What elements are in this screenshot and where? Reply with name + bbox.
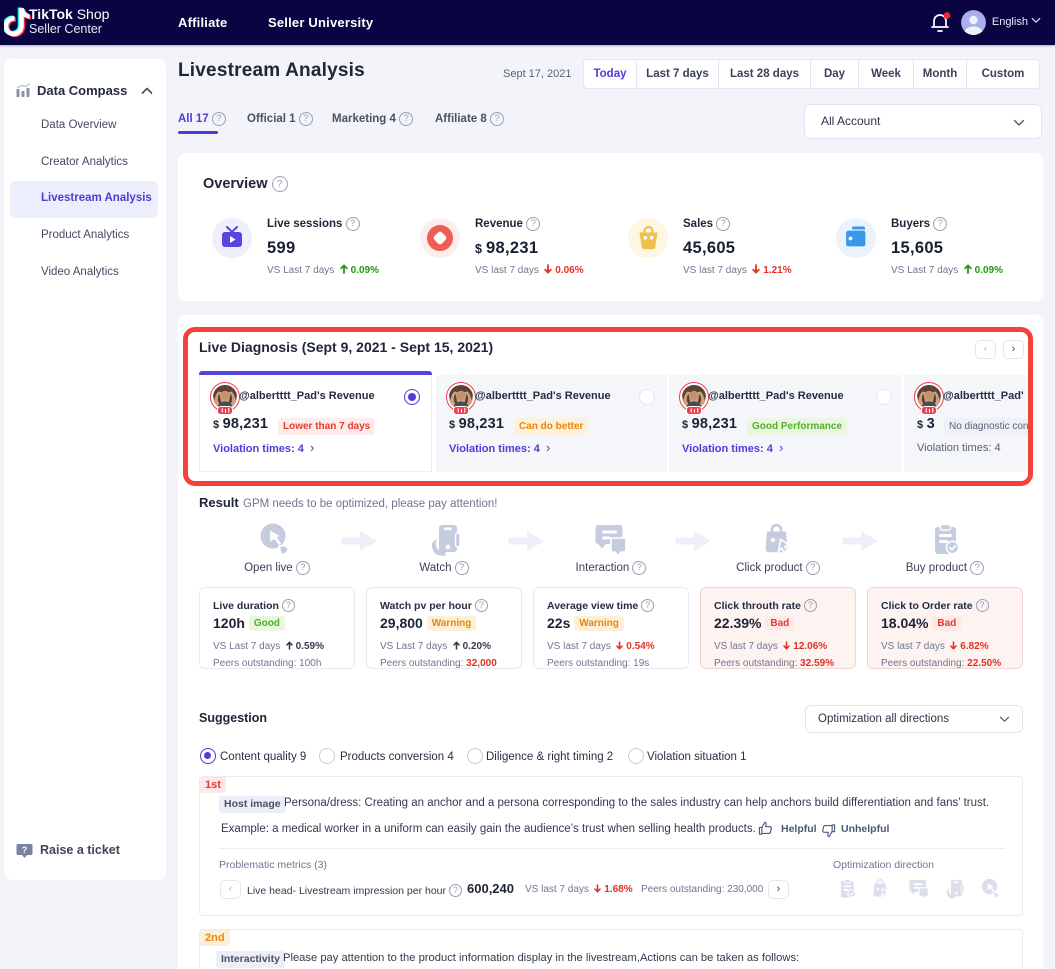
svg-text:?: ? xyxy=(22,845,28,855)
